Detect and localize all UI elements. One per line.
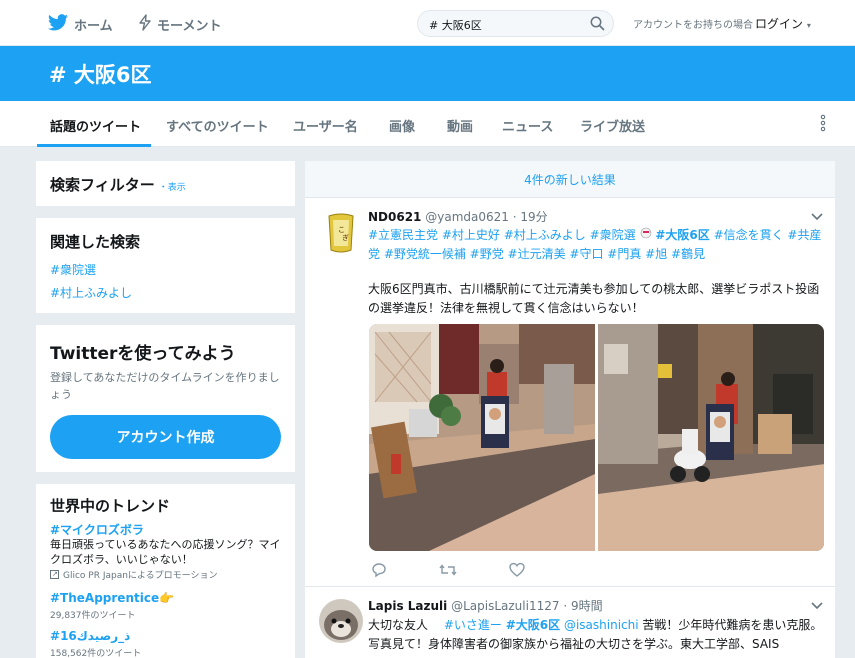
page-title: # 大阪6区 [49,63,152,87]
tweet-text-part: 大切な友人 [368,618,441,632]
signup-title: Twitterを使ってみよう [50,344,236,364]
tweet-photo[interactable] [369,324,596,551]
tweet-author-name[interactable]: Lapis Lazuli [368,599,447,613]
search-box[interactable]: # 大阪6区 [417,10,614,37]
tweet-timestamp[interactable]: · 9時間 [563,599,602,613]
chevron-down-icon[interactable] [811,210,823,225]
signup-desc: 登録してあなただけのタイムラインを作りましょう [50,371,280,401]
tweet-header: Lapis Lazuli @LapisLazuli1127 · 9時間 [368,597,603,614]
nav-home-label: ホーム [74,18,113,34]
trends-title: 世界中のトレンド [50,497,171,515]
tweet-actions [371,562,525,582]
filters-title-text: 検索フィルター [50,176,155,194]
promoted-icon: ↗ [50,570,59,579]
nav-home[interactable]: ホーム [48,13,113,35]
tab-images[interactable]: 画像 [389,116,415,135]
reply-icon[interactable] [371,562,387,582]
related-link[interactable]: #村上ふみよし [50,284,132,301]
tweet-text: 大切な友人 #いさ進ー #大阪6区 @isashinichi 苦戦！少年時代難病… [368,616,826,654]
tab-users[interactable]: ユーザー名 [293,116,358,135]
tweet-hashtags: #立憲民主党 #村上史好 #村上ふみよし #衆院選 #大阪6区 #信念を貫く #… [368,226,826,264]
hashtag-link[interactable]: #いさ進ー [444,618,502,632]
twitter-bird-icon [48,13,68,35]
search-input[interactable]: # 大阪6区 [429,17,482,33]
tweet-author-handle[interactable]: @LapisLazuli1127 [451,599,559,613]
nav-moments[interactable]: モーメント [139,13,222,35]
trend-count: 29,837件のツイート [50,611,136,621]
trend-desc: 毎日頑張っているあなたへの応援ソング？マイクロズボラ、いいじゃない！ [50,538,281,566]
trend-item[interactable]: #TheApprentice👉 [50,591,174,605]
tweet-photos[interactable] [369,324,824,551]
filters-show-link[interactable]: ・表示 [159,183,186,193]
tweet-timestamp[interactable]: · 19分 [513,210,548,224]
trend-item[interactable]: #マイクロズボラ [50,521,144,538]
tweet-photo[interactable] [597,324,824,551]
search-tabs: 話題のツイート すべてのツイート ユーザー名 画像 動画 ニュース ライブ放送 [0,101,855,147]
create-account-button[interactable]: アカウント作成 [50,415,281,459]
more-options-icon[interactable] [819,114,827,136]
retweet-icon[interactable] [439,562,457,582]
tab-top[interactable]: 話題のツイート [50,116,141,135]
tweet-author-name[interactable]: ND0621 [368,210,421,224]
svg-text:ぎ: ぎ [342,233,349,242]
related-searches-card: 関連した検索 #衆院選 #村上ふみよし [36,218,295,313]
tweet-header: ND0621 @yamda0621 · 19分 [368,208,548,225]
tweet[interactable]: Lapis Lazuli @LapisLazuli1127 · 9時間 大切な友… [305,587,835,658]
login-label: ログイン [755,17,804,31]
top-navigation: ホーム モーメント # 大阪6区 アカウントをお持ちの場合 ログイン ▾ [0,0,855,46]
tweet-text: 大阪6区門真市、古川橋駅前にて辻元清美も参加しての桃太郎、選挙ビラポスト投函の選… [368,282,820,315]
caret-down-icon: ▾ [806,21,811,30]
new-results-bar[interactable]: 4件の新しい結果 [305,161,835,198]
related-title: 関連した検索 [50,233,141,251]
related-link[interactable]: #衆院選 [50,261,96,278]
active-tab-indicator [37,144,151,147]
tab-videos[interactable]: 動画 [447,116,473,135]
signup-card: Twitterを使ってみよう 登録してあなただけのタイムラインを作りましょう ア… [36,325,295,472]
hashtag-link[interactable]: #大阪6区 [506,618,560,632]
hashtag-links[interactable]: 党 #野党統一候補 #野党 #辻元清美 #守口 #門真 #旭 #鶴見 [368,247,705,261]
tweet[interactable]: こ ぎ ND0621 @yamda0621 · 19分 #立憲民主党 #村上史好… [305,198,835,587]
trend-item[interactable]: #ذ_رصيدك16 [50,629,130,643]
tab-live[interactable]: ライブ放送 [580,116,645,135]
account-question: アカウントをお持ちの場合 [633,20,753,31]
avatar[interactable] [319,599,363,643]
trend-promo-text: Glico PR Japanによるプロモーション [63,571,218,581]
hashtag-bold[interactable]: #大阪6区 [655,228,709,242]
hashtag-links[interactable]: #立憲民主党 #村上史好 #村上ふみよし #衆院選 [368,228,636,242]
filters-title: 検索フィルター ・表示 [50,174,186,195]
login-link[interactable]: ログイン ▾ [755,15,811,32]
search-filters-card: 検索フィルター ・表示 [36,161,295,206]
trends-card: 世界中のトレンド #マイクロズボラ 毎日頑張っているあなたへの応援ソング？マイク… [36,484,295,658]
search-banner: # 大阪6区 [0,46,855,101]
svg-text:こ: こ [338,226,345,234]
avatar[interactable]: こ ぎ [319,210,363,254]
timeline: 4件の新しい結果 こ ぎ ND0621 @yamda0621 · 19分 #立憲… [305,161,835,658]
heart-icon[interactable] [509,562,525,582]
hashtag-links[interactable]: #信念を貫く #共産 [714,228,822,242]
nav-moments-label: モーメント [157,18,222,34]
emoji-icon [640,227,656,242]
trend-count: 158,562件のツイート [50,649,142,658]
mention-link[interactable]: @isashinichi [564,618,639,632]
trend-promo: ↗ Glico PR Japanによるプロモーション [50,568,217,581]
lightning-icon [139,13,151,35]
tab-all[interactable]: すべてのツイート [166,116,269,135]
tweet-author-handle[interactable]: @yamda0621 [425,210,509,224]
tab-news[interactable]: ニュース [502,116,553,135]
chevron-down-icon[interactable] [811,599,823,614]
search-icon[interactable] [590,16,605,35]
